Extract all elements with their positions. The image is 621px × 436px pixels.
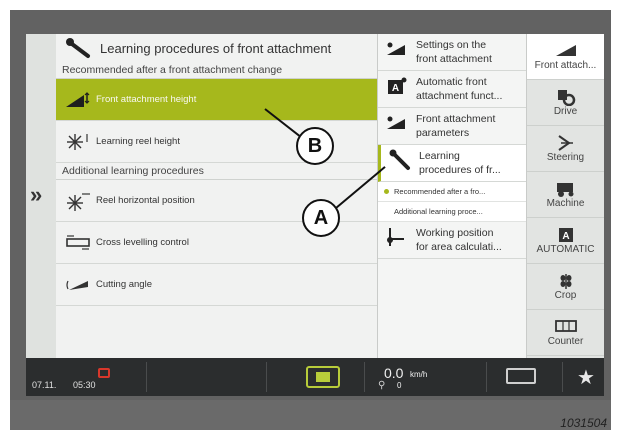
header-height-icon — [64, 89, 92, 111]
status-divider — [266, 362, 267, 392]
tab-column: Front attach... Drive Steering Machine A… — [526, 34, 604, 358]
cross-levelling-icon — [64, 232, 92, 254]
tab-machine[interactable]: Machine — [527, 172, 604, 218]
document-number: 1031504 — [560, 416, 607, 430]
submenu-subitem-additional[interactable]: Additional learning proce... — [378, 202, 526, 222]
submenu-item-learning[interactable]: Learning procedures of fr... — [378, 145, 526, 182]
submenu-item-settings[interactable]: Settings on the front attachment — [378, 34, 526, 71]
tab-drive[interactable]: Drive — [527, 80, 604, 126]
submenu-label-2: procedures of fr... — [419, 164, 501, 176]
left-rail: » — [26, 34, 56, 358]
tab-counter[interactable]: Counter — [527, 310, 604, 356]
gear-value: 0 — [397, 381, 402, 390]
driving-mode-icon[interactable] — [306, 366, 340, 388]
list-item-front-attachment-height[interactable]: Front attachment height — [56, 79, 377, 121]
camera-icon[interactable] — [98, 368, 110, 378]
learning-icon — [387, 149, 413, 171]
submenu-label-1: Front attachment — [416, 113, 496, 125]
status-bar: 07.11. 05:30 0.0 km/h ⚲ 0 ★ — [26, 358, 604, 396]
submenu-item-automatic[interactable]: A Automatic front attachment funct... — [378, 71, 526, 108]
main-panel: Learning procedures of front attachment … — [56, 34, 378, 358]
favorites-star-icon[interactable]: ★ — [577, 365, 595, 390]
submenu-subitem-label: Additional learning proce... — [394, 207, 483, 216]
tab-steering[interactable]: Steering — [527, 126, 604, 172]
submenu-label-1: Learning — [419, 150, 460, 162]
submenu-panel: Settings on the front attachment A Automa… — [378, 34, 526, 358]
cutting-angle-icon — [64, 274, 92, 296]
reel-horizontal-icon — [64, 190, 92, 212]
list-item-label: Front attachment height — [96, 94, 197, 105]
grain-tank-icon[interactable] — [506, 368, 536, 384]
front-attachment-settings-icon — [384, 38, 410, 60]
callout-a: A — [302, 199, 340, 237]
working-position-icon — [384, 226, 410, 248]
machine-icon — [554, 180, 578, 198]
svg-text:A: A — [562, 231, 569, 242]
status-divider — [486, 362, 487, 392]
panel-header: Learning procedures of front attachment — [56, 34, 377, 62]
svg-text:A: A — [392, 83, 399, 94]
tab-crop[interactable]: Crop — [527, 264, 604, 310]
tab-label: Steering — [546, 152, 585, 163]
front-attach-icon — [554, 42, 578, 60]
learning-tool-icon — [64, 37, 94, 59]
status-date: 07.11. — [32, 380, 57, 390]
crop-icon — [556, 272, 576, 290]
submenu-item-working-position[interactable]: Working position for area calculati... — [378, 222, 526, 259]
callout-b: B — [296, 127, 334, 165]
status-divider — [146, 362, 147, 392]
automatic-icon: A — [384, 75, 410, 97]
bullet-dot-icon — [384, 189, 389, 194]
status-time: 05:30 — [73, 380, 96, 390]
list-item-label: Reel horizontal position — [96, 195, 195, 206]
status-divider — [364, 362, 365, 392]
status-divider — [562, 362, 563, 392]
submenu-label-2: parameters — [416, 127, 470, 139]
gear-icon: ⚲ — [378, 380, 386, 391]
tab-label: AUTOMATIC — [536, 244, 595, 255]
list-item-label: Cross levelling control — [96, 237, 189, 248]
submenu-label-2: for area calculati... — [416, 241, 502, 253]
list-item-cutting-angle[interactable]: Cutting angle — [56, 264, 377, 306]
submenu-subitem-recommended[interactable]: Recommended after a fro... — [378, 182, 526, 202]
submenu-subitem-label: Recommended after a fro... — [394, 187, 486, 196]
expand-menu-icon[interactable]: » — [30, 182, 42, 208]
front-attachment-params-icon — [384, 112, 410, 134]
additional-section-label: Additional learning procedures — [56, 163, 377, 180]
submenu-label-1: Settings on the — [416, 39, 487, 51]
speed-unit: km/h — [410, 370, 428, 379]
tab-label: Drive — [553, 106, 578, 117]
drive-icon — [555, 88, 577, 107]
reel-height-icon — [64, 131, 92, 153]
tab-automatic[interactable]: A AUTOMATIC — [527, 218, 604, 264]
speed-value: 0.0 — [384, 365, 404, 381]
submenu-label-2: attachment funct... — [416, 90, 503, 102]
recommended-section-label: Recommended after a front attachment cha… — [56, 62, 377, 79]
list-item-label: Learning reel height — [96, 136, 180, 147]
submenu-label-1: Automatic front — [416, 76, 487, 88]
tab-label: Counter — [547, 336, 584, 347]
submenu-label-2: front attachment — [416, 53, 492, 65]
list-item-label: Cutting angle — [96, 279, 152, 290]
submenu-item-parameters[interactable]: Front attachment parameters — [378, 108, 526, 145]
tab-label: Crop — [554, 290, 577, 301]
counter-icon — [554, 318, 578, 336]
page-title: Learning procedures of front attachment — [100, 40, 332, 56]
automatic-tab-icon: A — [557, 226, 575, 244]
tab-label: Front attach... — [534, 60, 597, 71]
figure-frame: 1031504 » Learning procedures of front a… — [0, 0, 621, 436]
submenu-label-1: Working position — [416, 227, 494, 239]
steering-icon — [555, 134, 577, 152]
tab-front-attach[interactable]: Front attach... — [527, 34, 604, 80]
display-bezel-bottom — [10, 400, 611, 430]
tab-label: Machine — [546, 198, 585, 209]
